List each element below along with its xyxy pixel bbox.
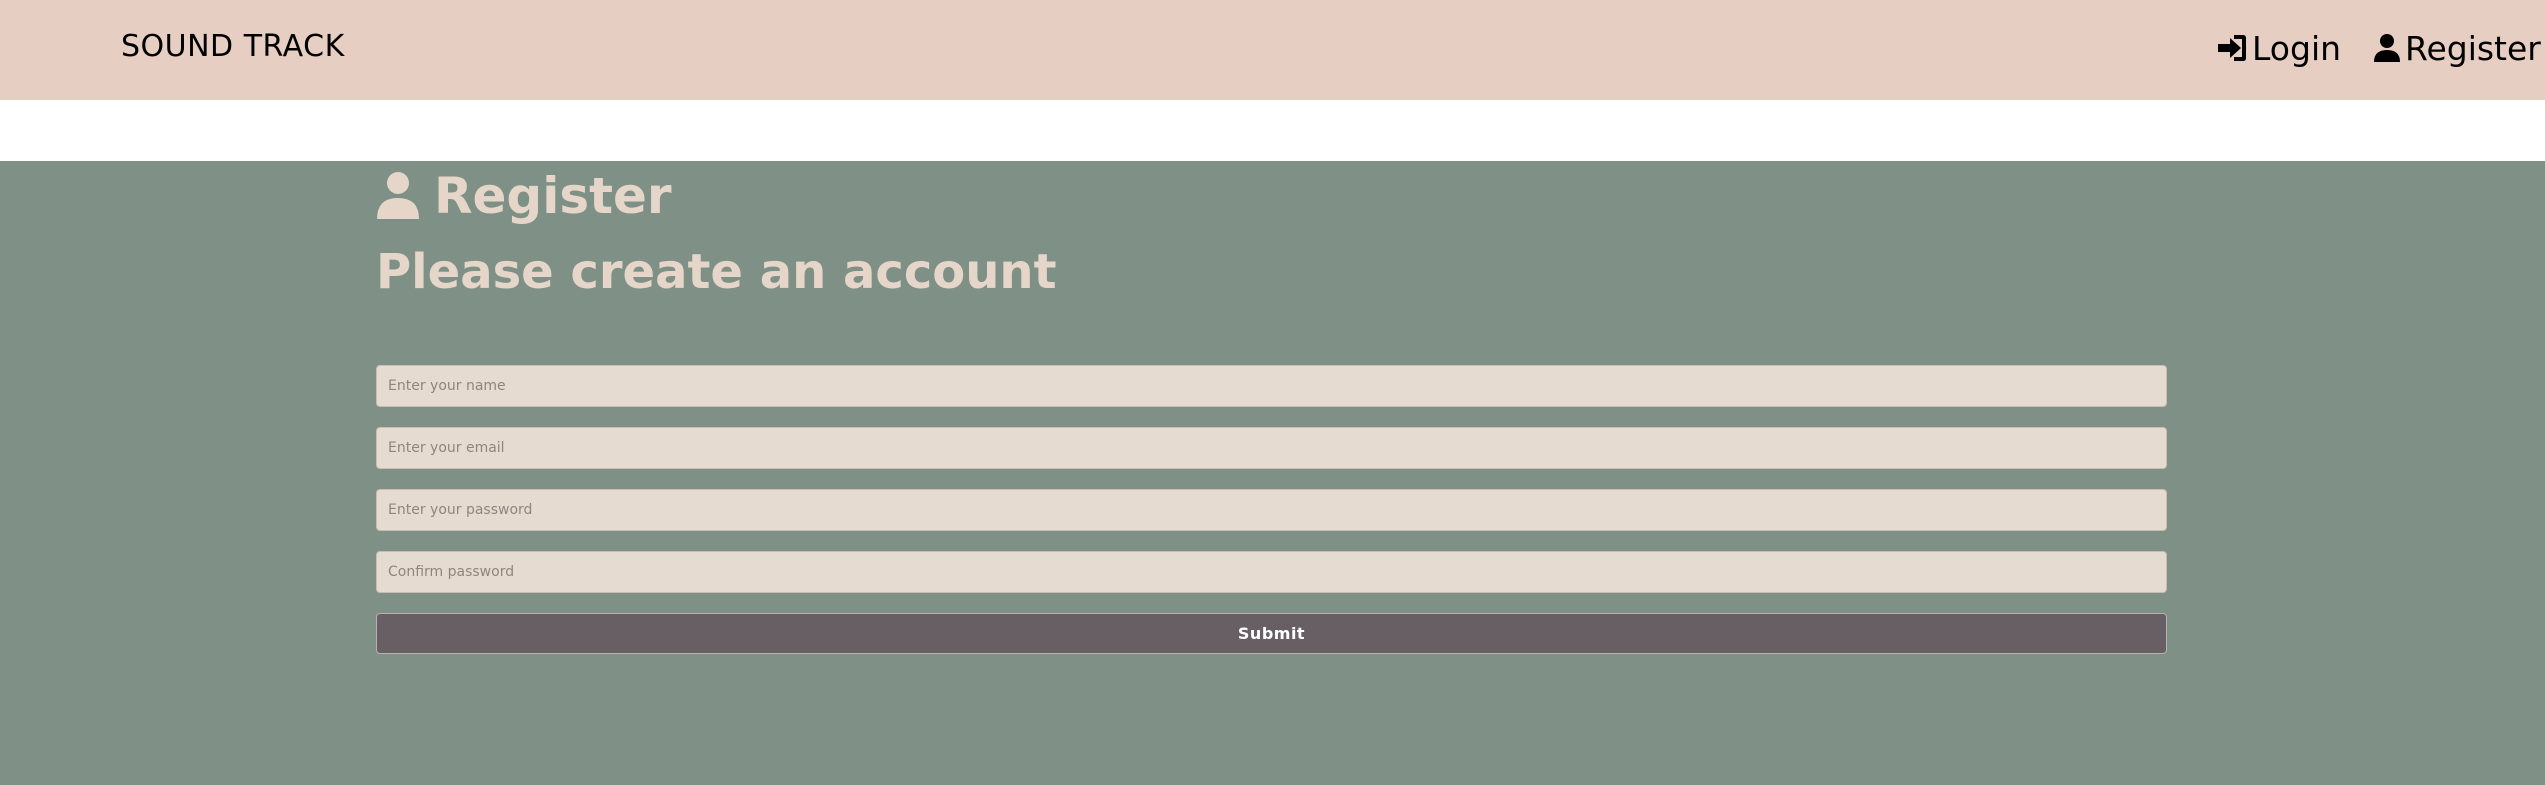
brand-logo[interactable]: SOUND TRACK xyxy=(121,29,345,64)
name-field[interactable] xyxy=(376,365,2167,407)
nav-login-link[interactable]: Login xyxy=(2216,26,2341,70)
nav-register-label: Register xyxy=(2405,28,2541,68)
sign-in-icon xyxy=(2216,33,2248,63)
page-title-text: Register xyxy=(434,167,672,225)
nav-login-label: Login xyxy=(2252,28,2342,68)
page-title: Register xyxy=(376,163,672,229)
submit-button[interactable]: Submit xyxy=(376,613,2167,654)
user-icon xyxy=(2373,33,2401,63)
password-field[interactable] xyxy=(376,489,2167,531)
header-spacer xyxy=(0,100,2545,161)
register-section: Register Please create an account Submit xyxy=(0,161,2545,785)
email-field[interactable] xyxy=(376,427,2167,469)
top-navbar: SOUND TRACK Login Register xyxy=(0,0,2545,100)
page-subtitle: Please create an account xyxy=(376,244,1057,300)
nav-register-link[interactable]: Register xyxy=(2373,26,2541,70)
user-icon xyxy=(376,171,420,221)
confirm-password-field[interactable] xyxy=(376,551,2167,593)
